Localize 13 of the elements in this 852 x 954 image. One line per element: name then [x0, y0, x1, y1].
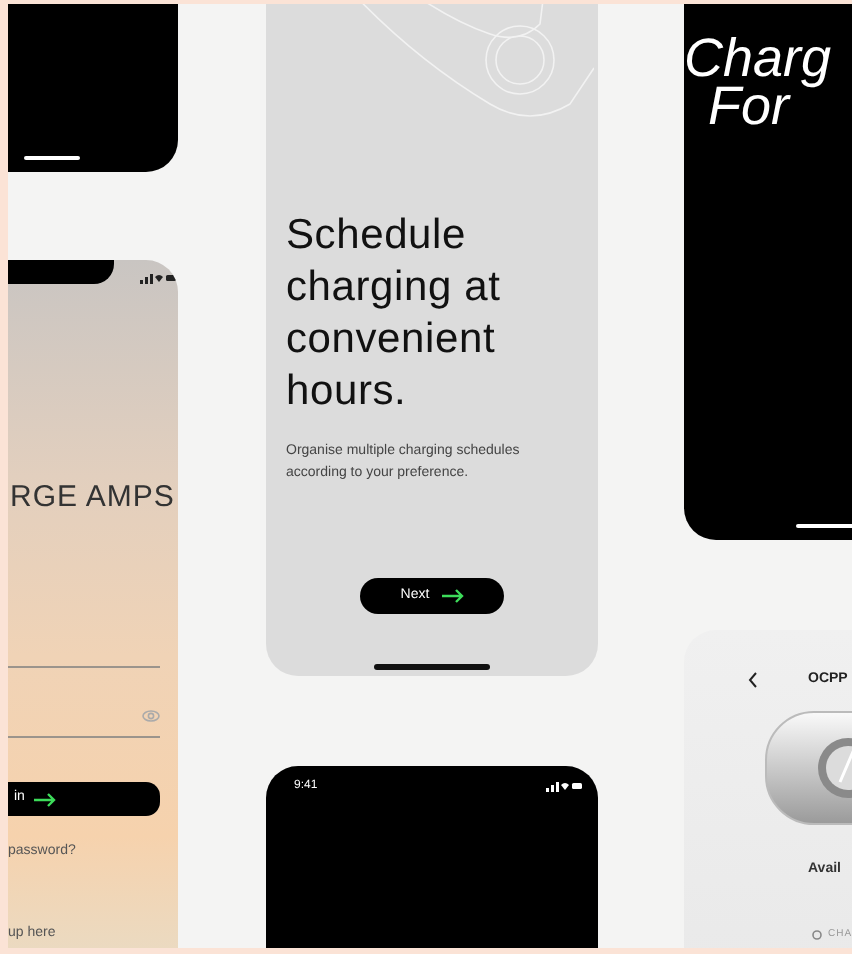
home-indicator	[796, 524, 852, 528]
arrow-icon	[441, 588, 464, 604]
home-indicator	[24, 156, 80, 160]
status-icons	[546, 780, 582, 792]
status-icons	[140, 272, 176, 284]
back-icon	[748, 672, 758, 688]
home-indicator	[374, 664, 490, 670]
eye-icon	[142, 710, 160, 722]
arrow-icon	[34, 791, 57, 807]
brand-logo-icon	[812, 930, 822, 940]
brand-name: RGE AMPS	[10, 478, 175, 518]
promo-title: Charg For	[684, 34, 834, 130]
onboarding-title: Schedule charging at convenient hours.	[286, 210, 503, 418]
